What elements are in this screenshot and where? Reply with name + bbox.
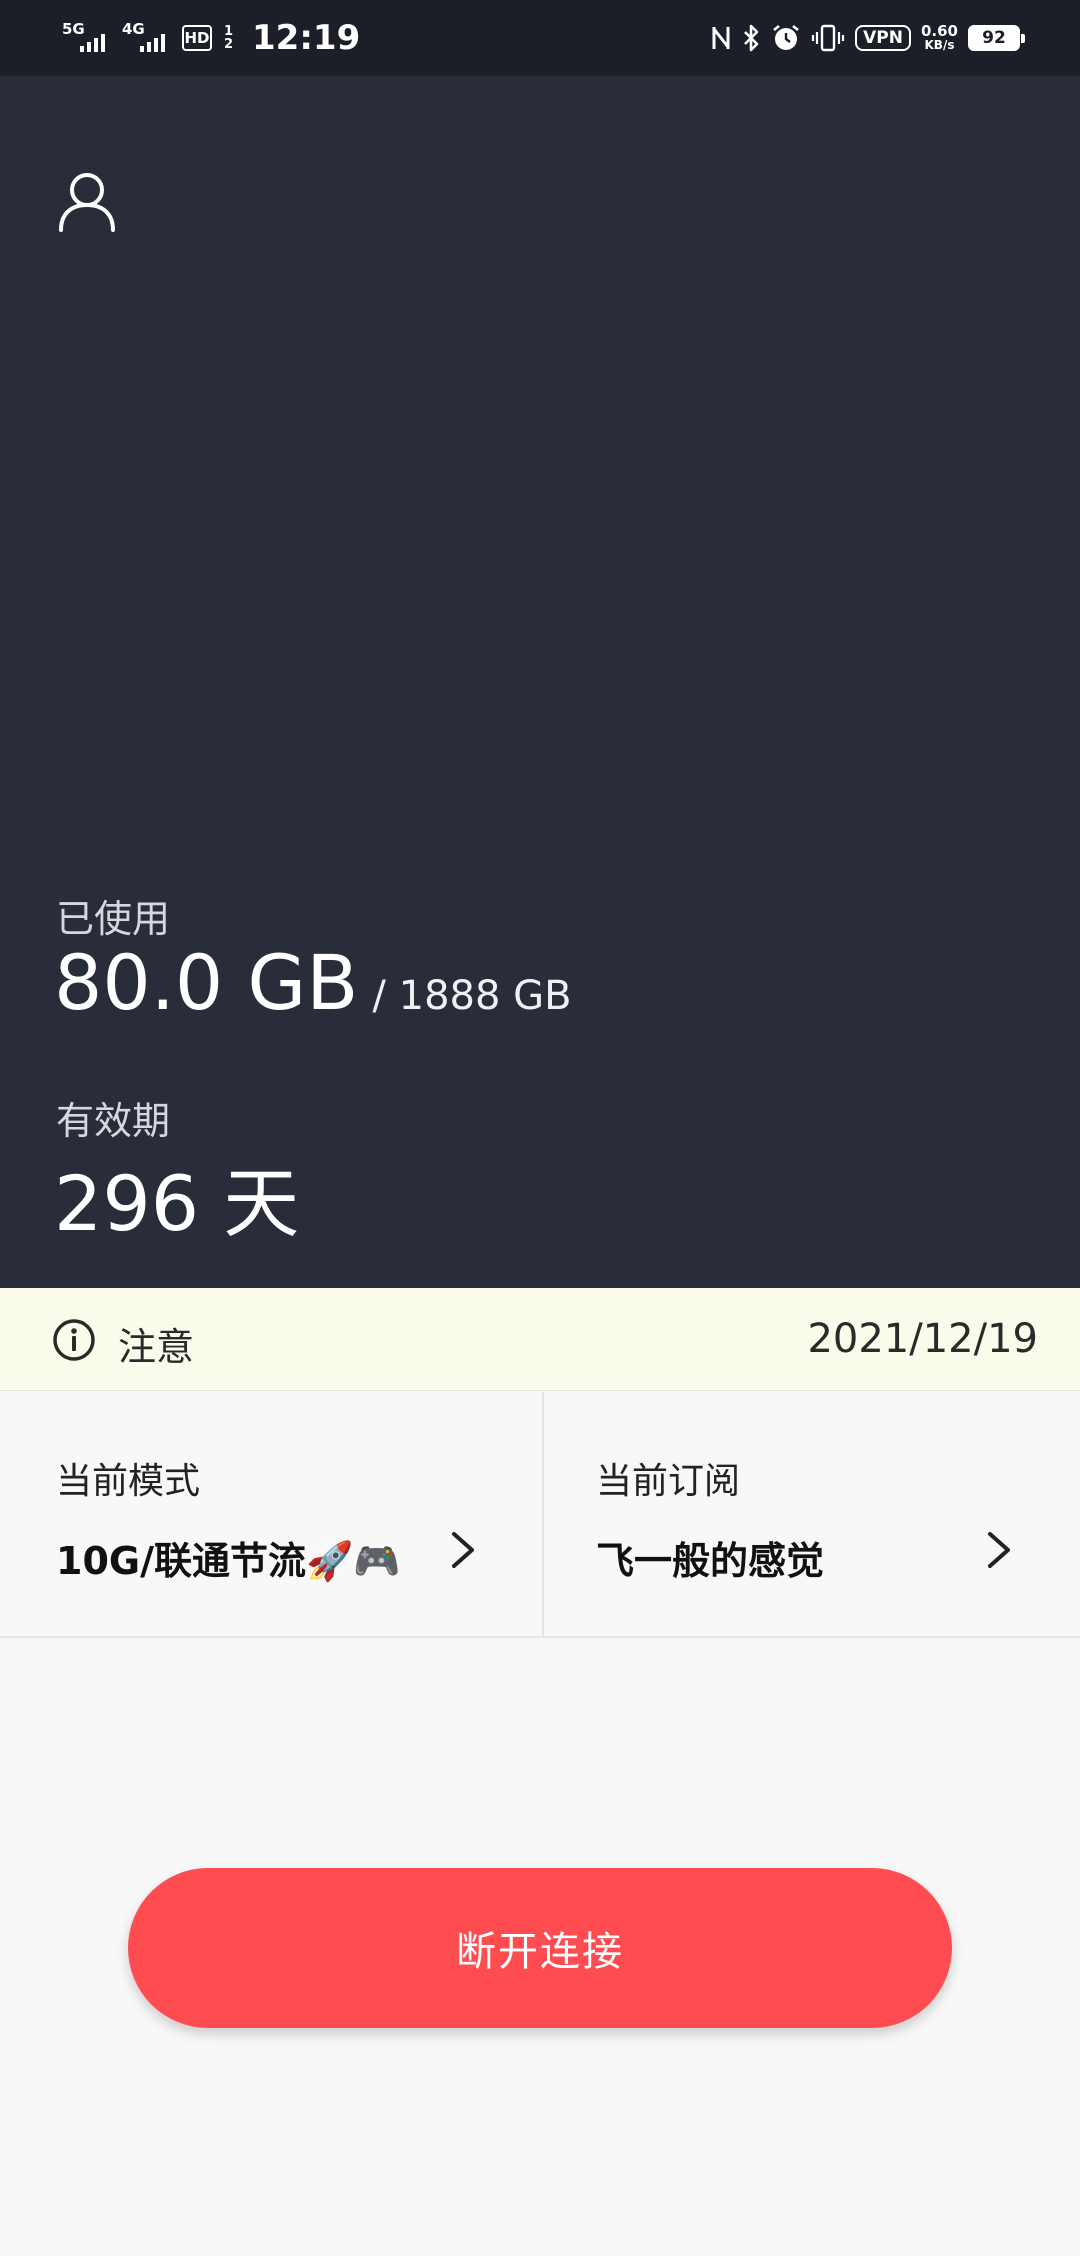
chevron-right-icon [988,1532,1010,1568]
clock: 12:19 [252,18,361,58]
info-icon [53,1319,95,1361]
status-left: 5G 4G HD 1 2 12:19 [62,0,360,76]
usage-panel: 已使用 80.0 GB / 1888 GB 有效期 296 天 [0,76,1080,1288]
used-row: 80.0 GB / 1888 GB [54,938,572,1027]
nfc-icon [711,23,731,53]
used-value: 80.0 GB [54,938,359,1027]
subscription-card[interactable]: 当前订阅 飞一般的感觉 [544,1392,1080,1636]
subscription-value: 飞一般的感觉 [596,1539,825,1583]
bluetooth-icon [741,23,761,53]
vpn-icon: VPN [855,25,911,51]
network-speed-unit: KB/s [924,38,955,52]
disconnect-button[interactable]: 断开连接 [128,1868,952,2028]
network-speed: 0.60 KB/s [921,24,958,52]
hd-voice-icon: HD [182,25,212,51]
user-icon [59,173,115,232]
used-label: 已使用 [56,897,171,941]
validity-value: 296 天 [54,1159,300,1248]
subscription-label: 当前订阅 [596,1461,741,1502]
battery-level: 92 [982,28,1006,48]
status-right: VPN 0.60 KB/s 92 [711,0,1025,76]
mode-label: 当前模式 [56,1461,201,1502]
profile-button[interactable] [52,166,122,236]
used-total: / 1888 GB [372,973,572,1019]
signal-5g-icon: 5G [62,18,110,58]
notice-bar[interactable]: 注意 2021/12/19 [0,1288,1080,1391]
status-bar: 5G 4G HD 1 2 12:19 VPN 0.60 KB/s 92 [0,0,1080,76]
hd-sim-index: 1 2 [224,24,234,52]
network-speed-value: 0.60 [920,22,958,40]
vibrate-icon [811,23,845,53]
signal-4g-icon: 4G [122,18,170,58]
battery-icon: 92 [968,25,1025,51]
mode-value: 10G/联通节流🚀🎮 [56,1539,401,1583]
validity-label: 有效期 [56,1099,171,1143]
notice-label: 注意 [118,1325,195,1369]
mode-card[interactable]: 当前模式 10G/联通节流🚀🎮 [0,1392,544,1636]
info-cards: 当前模式 10G/联通节流🚀🎮 当前订阅 飞一般的感觉 [0,1392,1080,1638]
chevron-right-icon [452,1532,474,1568]
alarm-icon [771,23,801,53]
notice-date: 2021/12/19 [807,1316,1038,1362]
